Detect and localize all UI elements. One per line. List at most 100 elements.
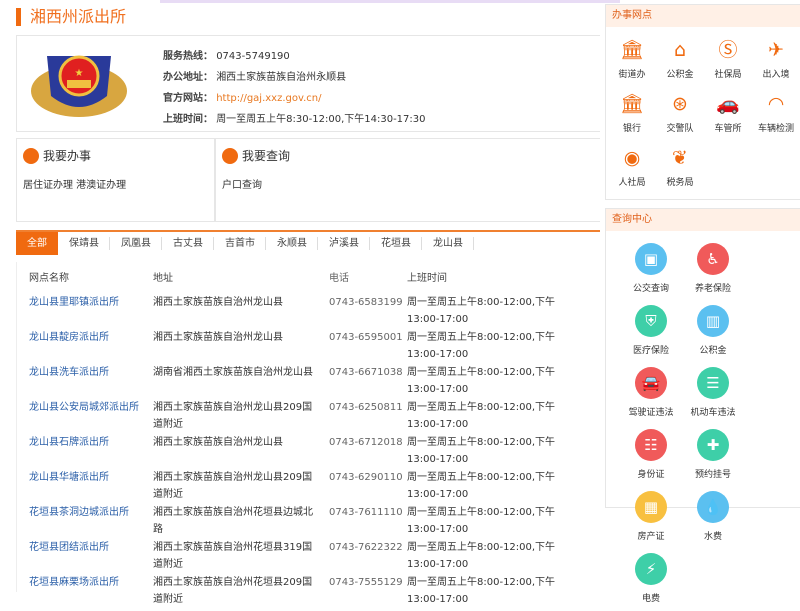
table-row: 龙山县靛房派出所 湘西土家族苗族自治州龙山县 0743-6595001 周一至周五上午… (17, 329, 600, 364)
chart-icon: ▥ (697, 305, 729, 337)
service-item[interactable]: ▦ 房产证 (620, 487, 682, 549)
service-label: 银行 (622, 124, 641, 134)
service-label: 养老保险 (694, 284, 731, 294)
do-business-panel: 我要办事 居住证办理 港澳证办理 (16, 138, 215, 222)
bank-icon: 🏛 (620, 93, 645, 115)
tab-5[interactable]: 永顺县 (266, 232, 318, 255)
service-label: 街道办 (618, 70, 646, 80)
table-row: 花垣县茶洞边城派出所 湘西土家族苗族自治州花垣县边城北路 0743-7611110 周… (17, 504, 600, 539)
service-item[interactable]: 🚗 车管所 (704, 89, 752, 143)
check-icon (222, 147, 238, 164)
tab-1[interactable]: 保靖县 (58, 232, 110, 255)
svg-text:★: ★ (75, 68, 84, 79)
service-label: 公积金 (699, 346, 727, 356)
station-name[interactable]: 龙山县华塘派出所 (17, 469, 153, 504)
clipboard-icon (23, 147, 39, 164)
service-item[interactable]: ⛨ 医疗保险 (620, 301, 682, 363)
service-item[interactable]: 🏛 街道办 (608, 35, 656, 89)
query-center-title: 查询中心 (606, 209, 800, 231)
tab-2[interactable]: 凤凰县 (110, 232, 162, 255)
medical-cross-icon: ✚ (697, 429, 729, 461)
service-item[interactable]: ✚ 预约挂号 (682, 425, 744, 487)
service-label: 车辆检测 (757, 124, 794, 134)
service-item[interactable]: ▥ 公积金 (682, 301, 744, 363)
station-name[interactable]: 花垣县茶洞边城派出所 (17, 504, 153, 539)
house-icon: ⌂ (673, 39, 687, 61)
station-name[interactable]: 花垣县团结派出所 (17, 539, 153, 574)
info-card: ★ 服务热线： 0743-5749190 办公地址： 湘西土家族苗族自治州永顺县… (16, 35, 600, 132)
tab-4[interactable]: 吉首市 (214, 232, 266, 255)
service-item[interactable]: ◉ 人社局 (608, 143, 656, 197)
service-item[interactable]: Ⓢ 社保局 (704, 35, 752, 89)
service-item[interactable]: 💧 水费 (682, 487, 744, 549)
station-name[interactable]: 龙山县洗车派出所 (17, 364, 153, 399)
tax-icon: ❦ (672, 147, 688, 169)
police-badge-logo: ★ (31, 55, 127, 117)
service-label: 公积金 (666, 70, 694, 80)
query-center-panel: 查询中心 ▣ 公交查询 ♿ 养老保险 ⛨ 医疗保险 ▥ 公积金 🚘 驾驶证违法 ☰ 机动车违法 ☷ 身份证… (605, 208, 800, 604)
station-phone: 0743-6583199 (329, 297, 403, 308)
service-item[interactable]: 🚘 驾驶证违法 (620, 363, 682, 425)
service-label: 预约挂号 (694, 470, 731, 480)
service-item[interactable]: ♿ 养老保险 (682, 239, 744, 301)
query-panel: 我要查询 户口查询 (215, 138, 600, 222)
service-label: 驾驶证违法 (628, 408, 674, 418)
service-label: 机动车违法 (690, 408, 736, 418)
building-icon: ▦ (635, 491, 667, 523)
service-item[interactable]: ◠ 车辆检测 (752, 89, 800, 143)
service-item[interactable]: ☰ 机动车违法 (682, 363, 744, 425)
station-address: 湘西土家族苗族自治州龙山县209国道附近 (153, 402, 313, 430)
station-hours: 周一至周五上午8:00-12:00,下午13:00-17:00 (407, 577, 556, 605)
county-tabs: 全部 保靖县 凤凰县 古丈县 吉首市 永顺县 泸溪县 花垣县 龙山县 (16, 230, 600, 255)
service-item[interactable]: ⌂ 公积金 (656, 35, 704, 89)
offices-title: 办事网点 (606, 5, 800, 27)
service-label: 电费 (641, 594, 660, 604)
station-address: 湘西土家族苗族自治州龙山县 (153, 437, 283, 448)
tab-7[interactable]: 花垣县 (370, 232, 422, 255)
service-item[interactable]: ❦ 税务局 (656, 143, 704, 197)
table-row: 龙山县里耶镇派出所 湘西土家族苗族自治州龙山县 0743-6583199 周一至周五上… (17, 294, 600, 329)
social-security-icon: Ⓢ (718, 39, 738, 61)
service-label: 公交查询 (632, 284, 669, 294)
top-nav-strip (160, 0, 620, 3)
station-name[interactable]: 龙山县公安局城郊派出所 (17, 399, 153, 434)
offices-panel: 办事网点 🏛 街道办 ⌂ 公积金 Ⓢ 社保局 ✈ 出入境 🏛 银行 ⊛ 交警队 🚗 车管所 ◠ 车辆检测 ◉ 人社… (605, 4, 800, 200)
service-item[interactable]: ⚡ 电费 (620, 549, 682, 611)
do-business-links[interactable]: 居住证办理 港澳证办理 (23, 176, 208, 191)
service-item[interactable]: ✈ 出入境 (752, 35, 800, 89)
table-header: 网点名称 地址 电话 上班时间 (29, 273, 447, 284)
water-drop-icon: 💧 (697, 491, 729, 523)
query-links[interactable]: 户口查询 (222, 176, 594, 191)
service-label: 出入境 (762, 70, 790, 80)
service-label: 车管所 (714, 124, 742, 134)
station-name[interactable]: 龙山县石牌派出所 (17, 434, 153, 469)
station-name[interactable]: 花垣县麻栗场派出所 (17, 574, 153, 609)
service-label: 社保局 (714, 70, 742, 80)
service-item[interactable]: ▣ 公交查询 (620, 239, 682, 301)
tab-3[interactable]: 古丈县 (162, 232, 214, 255)
website-link[interactable]: http://gaj.xxz.gov.cn/ (216, 93, 321, 104)
station-hours: 周一至周五上午8:00-12:00,下午13:00-17:00 (407, 402, 556, 430)
service-item[interactable]: 🏛 银行 (608, 89, 656, 143)
service-label: 医疗保险 (632, 346, 669, 356)
station-name[interactable]: 龙山县里耶镇派出所 (17, 294, 153, 329)
station-address: 湘西土家族苗族自治州花垣县209国道附近 (153, 577, 313, 605)
service-label: 人社局 (618, 178, 646, 188)
station-phone: 0743-6250811 (329, 402, 403, 413)
table-row: 龙山县华塘派出所 湘西土家族苗族自治州龙山县209国道附近 0743-6290110… (17, 469, 600, 504)
hotline: 0743-5749190 (216, 51, 290, 62)
station-address: 湘西土家族苗族自治州龙山县209国道附近 (153, 472, 313, 500)
station-hours: 周一至周五上午8:00-12:00,下午13:00-17:00 (407, 367, 556, 395)
station-phone: 0743-6712018 (329, 437, 403, 448)
tab-6[interactable]: 泸溪县 (318, 232, 370, 255)
car-icon: 🚗 (716, 93, 740, 115)
station-phone: 0743-7622322 (329, 542, 403, 553)
elderly-icon: ♿ (697, 243, 729, 275)
tab-0[interactable]: 全部 (16, 232, 58, 255)
station-phone: 0743-7555129 (329, 577, 403, 588)
tab-8[interactable]: 龙山县 (422, 232, 474, 255)
service-item[interactable]: ☷ 身份证 (620, 425, 682, 487)
station-name[interactable]: 龙山县靛房派出所 (17, 329, 153, 364)
service-item[interactable]: ⊛ 交警队 (656, 89, 704, 143)
station-hours: 周一至周五上午8:00-12:00,下午13:00-17:00 (407, 507, 556, 535)
